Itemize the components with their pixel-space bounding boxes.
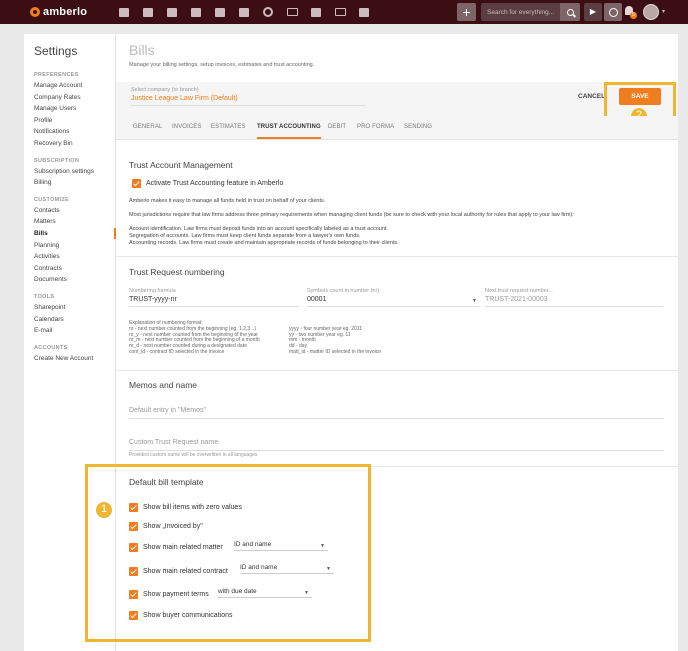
search-input[interactable]: Search for everything... <box>481 9 560 16</box>
tab-pro-forma[interactable]: PRO FORMA <box>357 124 394 130</box>
sidebar-item-subscription-settings[interactable]: Subscription settings <box>24 166 115 178</box>
tab-trust-accounting[interactable]: TRUST ACCOUNTING <box>257 124 321 139</box>
sidebar-item-activities[interactable]: Activities <box>24 251 115 263</box>
sidebar-item-profile[interactable]: Profile <box>24 115 115 127</box>
app-name: amberlo <box>43 6 88 18</box>
cancel-button[interactable]: CANCEL <box>578 93 605 100</box>
sidebar-item-bills[interactable]: Bills <box>24 227 116 240</box>
trust-requirements: Most jurisdictions require that law firm… <box>129 212 574 218</box>
page-title: Bills <box>129 42 155 58</box>
explanation-right: yyyy - four number year eg. 2011 yy - two… <box>289 326 381 356</box>
sidebar-item-manage-account[interactable]: Manage Account <box>24 80 115 92</box>
callout-highlight-bill-template <box>85 464 371 642</box>
tab-debit[interactable]: DEBIT <box>328 124 346 130</box>
symbols-label: Symbols count in number (nr) <box>307 288 380 294</box>
trust-numbering-title: Trust Request numbering <box>129 267 225 277</box>
user-avatar[interactable] <box>643 4 659 20</box>
activate-trust-checkbox[interactable] <box>132 179 141 188</box>
sidebar-list: PREFERENCES Manage Account Company Rates Ma… <box>24 64 116 365</box>
trust-point: Accounting records. Law firms must creat… <box>129 240 399 246</box>
symbols-select[interactable]: 00001 <box>307 296 479 307</box>
sidebar-item-billing[interactable]: Billing <box>24 177 115 189</box>
add-new-button[interactable]: + <box>457 3 476 21</box>
contacts-icon[interactable] <box>136 0 160 24</box>
sidebar-section-label: SUBSCRIPTION <box>34 157 80 164</box>
stopwatch-icon <box>608 7 618 17</box>
notification-count-badge: 5 <box>630 12 637 19</box>
folder-icon[interactable] <box>280 0 304 24</box>
next-number-value: TRUST-2021-00003 <box>485 296 663 307</box>
custom-name-input[interactable]: Custom Trust Request name <box>129 439 664 451</box>
explanation-line: cont_id - contract ID selected in the in… <box>129 348 225 355</box>
tab-estimates[interactable]: ESTIMATES <box>211 124 245 130</box>
sidebar-section-label: ACCOUNTS <box>34 344 68 351</box>
sidebar-item-create-new-account[interactable]: Create New Account <box>24 353 115 365</box>
sidebar-item-contacts[interactable]: Contacts <box>24 205 115 217</box>
activate-trust-label: Activate Trust Accounting feature in Amb… <box>146 180 284 187</box>
tab-invoices[interactable]: INVOICES <box>172 124 201 130</box>
users-icon[interactable] <box>184 0 208 24</box>
dashboard-icon[interactable] <box>112 0 136 24</box>
sidebar-title: Settings <box>34 44 78 58</box>
bills-tabs: GENERAL INVOICES ESTIMATES TRUST ACCOUNT… <box>116 116 678 140</box>
play-button[interactable]: ▶ <box>584 3 602 21</box>
document-icon[interactable] <box>304 0 328 24</box>
amberlo-logo-icon <box>30 7 40 17</box>
custom-name-hint: Provided custom name will be overwritten… <box>129 452 258 458</box>
search-icon <box>566 8 574 16</box>
page-subtitle: Manage your billing settings, setup invo… <box>129 62 315 68</box>
section-divider <box>116 370 678 371</box>
formula-label: Numbering formula <box>129 288 176 294</box>
sidebar-section-label: TOOLS <box>34 293 55 300</box>
sidebar-item-recovery-bin[interactable]: Recovery Bin <box>24 138 115 150</box>
formula-input[interactable]: TRUST-yyyy-nr <box>129 296 299 307</box>
bank-icon[interactable] <box>208 0 232 24</box>
sidebar-item-sharepoint[interactable]: Sharepoint <box>24 302 115 314</box>
trust-point: Segregation of accounts. Law firms must … <box>129 233 361 239</box>
chevron-down-icon[interactable]: ▾ <box>662 8 665 15</box>
trust-management-title: Trust Account Management <box>129 160 233 170</box>
tab-sending[interactable]: SENDING <box>404 124 432 130</box>
search-button[interactable] <box>560 3 580 21</box>
sidebar-item-company-rates[interactable]: Company Rates <box>24 92 115 104</box>
history-icon[interactable] <box>256 0 280 24</box>
mail-icon[interactable] <box>328 0 352 24</box>
timer-button[interactable] <box>604 3 622 21</box>
calendar-icon[interactable] <box>232 0 256 24</box>
memos-title: Memos and name <box>129 380 198 390</box>
sidebar-item-planning[interactable]: Planning <box>24 240 115 252</box>
explanation-line: matt_id - matter ID selected in the invo… <box>289 348 381 355</box>
sidebar-item-calendars[interactable]: Calendars <box>24 314 115 326</box>
company-label: Select company (or branch) <box>131 87 199 93</box>
next-number-label: Next trust request number... <box>485 288 553 294</box>
chevron-down-icon[interactable]: ▼ <box>472 298 477 304</box>
trust-point: Account identification. Law firms must d… <box>129 226 388 232</box>
memo-input[interactable]: Default entry in "Memos" <box>129 407 664 419</box>
page-scrollbar[interactable] <box>678 34 688 651</box>
module-icons <box>112 0 376 24</box>
sidebar-item-e-mail[interactable]: E-mail <box>24 325 115 337</box>
section-divider <box>116 256 678 257</box>
app-logo[interactable]: amberlo <box>30 6 110 18</box>
sidebar-item-manage-users[interactable]: Manage Users <box>24 103 115 115</box>
sidebar-item-matters[interactable]: Matters <box>24 216 115 228</box>
matters-icon[interactable] <box>160 0 184 24</box>
trust-intro: Amberlo makes it easy to manage all fund… <box>129 198 326 204</box>
explanation-left: nr - next number counted from the beginn… <box>129 326 260 356</box>
company-select[interactable]: Justice League Law Firm (Default) <box>131 95 366 106</box>
global-search[interactable]: Search for everything... <box>481 3 580 21</box>
callout-number-1: 1 <box>95 501 113 519</box>
sidebar-section-label: CUSTOMIZE <box>34 196 69 203</box>
sidebar-section-label: PREFERENCES <box>34 72 79 78</box>
sidebar-item-contracts[interactable]: Contracts <box>24 263 115 275</box>
reports-icon[interactable] <box>352 0 376 24</box>
sidebar-item-documents[interactable]: Documents <box>24 274 115 286</box>
tab-general[interactable]: GENERAL <box>133 124 162 130</box>
sidebar-item-notifications[interactable]: Notifications <box>24 126 115 138</box>
